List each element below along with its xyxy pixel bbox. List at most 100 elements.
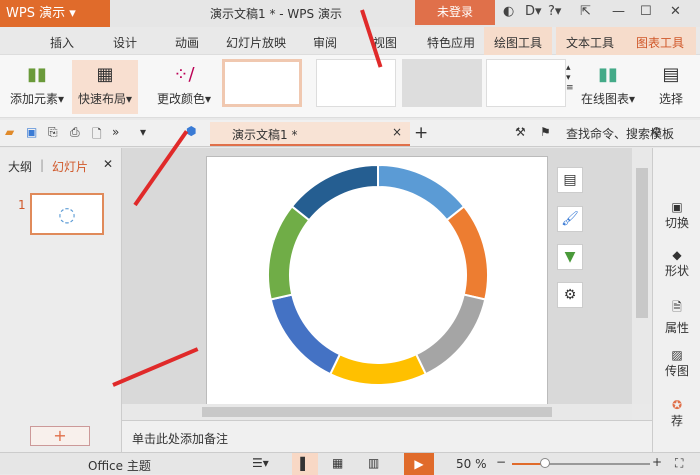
close-panel-icon[interactable]: ✕ — [103, 157, 113, 171]
play-button[interactable]: ▶ — [404, 453, 434, 475]
tool-icon[interactable]: ⚒ — [515, 125, 526, 139]
document-tab[interactable]: 演示文稿1 * × — [210, 122, 410, 146]
chart-filter-icon[interactable]: ▼ — [557, 244, 583, 270]
recommend-button[interactable]: ✪ 荐 — [653, 398, 700, 429]
upload-image-button[interactable]: ▨ 传图 — [653, 348, 700, 379]
zoom-level: 50 % — [456, 457, 487, 471]
tab-text-tools[interactable]: 文本工具 — [556, 27, 625, 55]
select-button[interactable]: ▤ 选择 — [656, 60, 686, 114]
save-icon[interactable]: ▣ — [26, 125, 37, 139]
status-bar: Office 主题 ☰▾ ▌ ▦ ▥ ▶ 50 % − + ⛶ — [0, 452, 700, 475]
chart-elements-icon[interactable]: ▤ — [557, 167, 583, 193]
fit-window-icon[interactable]: ⛶ — [675, 456, 683, 471]
search-input[interactable]: 查找命令、搜索模板 — [566, 125, 674, 142]
zoom-out-button[interactable]: − — [496, 455, 506, 469]
slide-panel: 大纲 | 幻灯片 ✕ 1 ◌ + — [0, 148, 122, 452]
close-button[interactable]: ✕ — [670, 4, 681, 19]
flag-icon[interactable]: ⚑ — [540, 125, 551, 139]
donut-segment[interactable] — [328, 352, 428, 386]
tab-chart-tools[interactable]: 图表工具 — [624, 27, 697, 55]
donut-segment[interactable] — [269, 293, 342, 376]
image-icon: ▨ — [671, 348, 683, 362]
skin-icon[interactable]: ◐ — [503, 4, 514, 19]
chart-add-icon: ▮▮ — [27, 64, 47, 85]
vertical-scrollbar[interactable] — [632, 148, 652, 404]
more-icon[interactable]: » — [112, 125, 119, 139]
open-icon[interactable]: ▰ — [5, 125, 14, 139]
select-icon: ▤ — [662, 64, 680, 85]
gallery-scroll-buttons[interactable]: ▴ ▾ ≡ — [566, 63, 574, 93]
donut-segment[interactable] — [267, 205, 311, 301]
label: 更改颜色 — [156, 92, 205, 106]
properties-icon: 🗎 — [672, 300, 682, 314]
zoom-slider[interactable] — [512, 458, 650, 468]
right-task-panel: ▣ 切换 ◆ 形状 🗎 属性 ▨ 传图 ✪ 荐 — [652, 148, 700, 452]
label: 荐 — [670, 414, 683, 428]
change-color-button[interactable]: ⁘/更改颜色▾ — [152, 60, 216, 114]
donut-segment[interactable] — [290, 163, 379, 222]
reading-view-button[interactable]: ▥ — [368, 456, 379, 470]
document-tab-label: 演示文稿1 * — [232, 128, 298, 142]
slide-sorter-button[interactable]: ▦ — [332, 456, 343, 470]
online-chart-button[interactable]: ▮▮ 在线图表▾ — [578, 60, 638, 114]
recommend-icon: ✪ — [671, 398, 683, 412]
chart-style-2[interactable] — [316, 59, 396, 107]
chart-style-brush-icon[interactable]: 🖌 — [557, 206, 583, 232]
zoom-slider-thumb[interactable] — [540, 458, 550, 468]
restore-panel-icon[interactable]: ⇱ — [580, 4, 591, 19]
online-chart-icon: ▮▮ — [598, 64, 618, 85]
label: 形状 — [664, 264, 689, 278]
app-menu-button[interactable]: WPS 演示 ▾ — [0, 0, 110, 27]
donut-chart[interactable] — [207, 157, 549, 407]
slide-thumbnail[interactable]: ◌ — [30, 193, 104, 235]
notes-toggle-icon[interactable]: ☰▾ — [252, 456, 269, 470]
donut-segment[interactable] — [445, 205, 489, 301]
add-slide-button[interactable]: + — [30, 426, 90, 446]
chart-style-1[interactable] — [222, 59, 302, 107]
login-button[interactable]: 未登录 — [415, 0, 495, 25]
minimize-button[interactable]: — — [612, 4, 625, 19]
properties-button[interactable]: 🗎 属性 — [653, 298, 700, 336]
slides-tab[interactable]: 幻灯片 — [52, 158, 88, 175]
label: 切换 — [664, 216, 689, 230]
donut-segment[interactable] — [414, 293, 487, 376]
add-element-button[interactable]: ▮▮ 添加元素▾ — [6, 60, 68, 114]
outline-tab[interactable]: 大纲 — [8, 158, 32, 175]
help-icon[interactable]: ?▾ — [548, 4, 561, 19]
normal-view-button[interactable]: ▌ — [292, 453, 318, 475]
tab-slideshow[interactable]: 幻灯片放映 — [226, 34, 286, 51]
notes-area[interactable]: 单击此处添加备注 — [122, 420, 652, 452]
app-logo: WPS 演示 — [6, 6, 66, 21]
print-icon[interactable]: ⎙ — [70, 125, 80, 140]
quick-layout-button[interactable]: ▦ 快速布局▾ — [72, 60, 138, 114]
slide-number: 1 — [18, 198, 26, 212]
pdf-icon[interactable]: ⎘ — [48, 125, 58, 140]
tab-design[interactable]: 设计 — [113, 34, 137, 51]
label: 快速布局 — [77, 92, 126, 106]
zoom-in-button[interactable]: + — [652, 455, 662, 469]
chart-settings-icon[interactable]: ⚙ — [557, 282, 583, 308]
preview-icon[interactable]: 🗋 — [92, 125, 102, 146]
tab-animation[interactable]: 动画 — [175, 34, 199, 51]
donut-segment[interactable] — [377, 163, 466, 222]
slide[interactable] — [206, 156, 548, 406]
chart-style-4[interactable] — [486, 59, 566, 107]
shape-icon: ◆ — [672, 248, 682, 262]
chart-style-3[interactable] — [402, 59, 482, 107]
transition-button[interactable]: ▣ 切换 — [653, 200, 700, 231]
palette-icon: ⁘/ — [173, 64, 195, 85]
new-tab-button[interactable]: + — [414, 123, 428, 143]
window-title: 演示文稿1 * - WPS 演示 — [210, 7, 342, 21]
label: 在线图表 — [580, 92, 629, 106]
tab-special[interactable]: 特色应用 — [427, 34, 475, 51]
dropdown-icon[interactable]: ▾ — [140, 125, 146, 139]
tab-drawing-tools[interactable]: 绘图工具 — [484, 27, 553, 55]
feedback-icon[interactable]: D▾ — [525, 4, 542, 19]
label: 传图 — [664, 364, 689, 378]
tab-review[interactable]: 审阅 — [313, 34, 337, 51]
close-tab-icon[interactable]: × — [392, 125, 402, 139]
shape-button[interactable]: ◆ 形状 — [653, 248, 700, 279]
tab-insert[interactable]: 插入 — [50, 34, 74, 51]
maximize-button[interactable]: ☐ — [640, 4, 652, 19]
horizontal-scrollbar[interactable] — [122, 404, 632, 420]
